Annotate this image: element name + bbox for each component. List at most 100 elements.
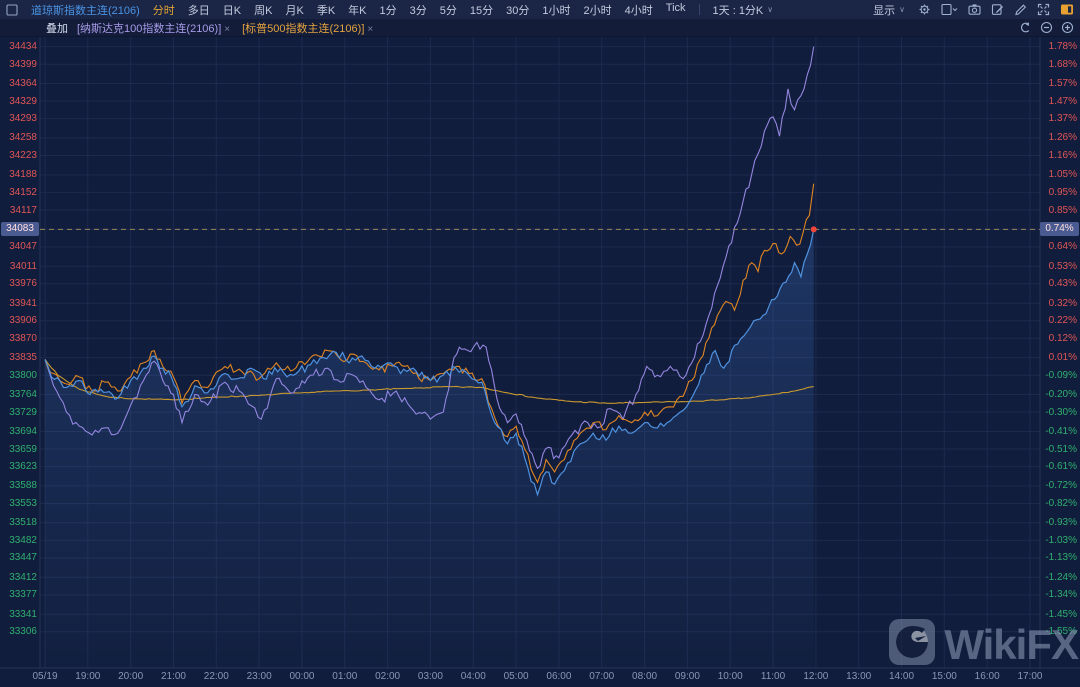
symbol-title[interactable]: 道琼斯指数主连(2106)	[31, 2, 140, 18]
fullscreen-icon[interactable]	[1037, 3, 1050, 16]
pct-axis-tick: -0.61%	[1041, 460, 1077, 473]
period-tab-4小时[interactable]: 4小时	[625, 2, 653, 18]
period-tab-周K[interactable]: 周K	[254, 2, 272, 18]
time-axis-tick: 05:00	[494, 671, 538, 682]
period-tab-多日[interactable]: 多日	[188, 2, 210, 18]
undo-icon[interactable]	[1019, 21, 1032, 34]
pct-axis-tick: 0.43%	[1041, 277, 1077, 290]
pencil-icon[interactable]	[1014, 3, 1027, 16]
price-axis-tick: 34329	[0, 95, 37, 108]
pct-axis-tick: 1.26%	[1041, 131, 1077, 144]
time-axis-tick: 03:00	[408, 671, 452, 682]
period-tab-30分[interactable]: 30分	[506, 2, 529, 18]
price-axis-tick: 33694	[0, 425, 37, 438]
period-tab-3分[interactable]: 3分	[410, 2, 427, 18]
price-axis-tick: 34117	[0, 204, 37, 217]
overlay-tab-bar: 叠加 [纳斯达克100指数主连(2106)]×[标普500指数主连(2106)]…	[0, 19, 1080, 37]
price-axis-tick: 34399	[0, 58, 37, 71]
price-axis-tick: 33800	[0, 369, 37, 382]
panel-orange-icon[interactable]	[1060, 3, 1074, 16]
pct-axis-tick: -0.72%	[1041, 479, 1077, 492]
time-axis-tick: 05/19	[23, 671, 67, 682]
period-tab-月K[interactable]: 月K	[285, 2, 303, 18]
pct-axis-tick: -0.09%	[1041, 369, 1077, 382]
overlay-chip-label: [标普500指数主连(2106)]	[242, 23, 364, 35]
zoom-out-icon[interactable]	[1040, 21, 1053, 34]
price-axis-tick: 34434	[0, 40, 37, 53]
time-axis-tick: 23:00	[237, 671, 281, 682]
time-axis-tick: 14:00	[880, 671, 924, 682]
close-icon[interactable]: ×	[224, 24, 230, 35]
price-axis-tick: 33623	[0, 460, 37, 473]
layout-select-icon[interactable]	[941, 3, 958, 16]
price-axis-tick: 33518	[0, 516, 37, 529]
pct-axis-tick: -1.24%	[1041, 571, 1077, 584]
price-axis-tick: 33306	[0, 625, 37, 638]
timeshare-chart[interactable]	[0, 0, 1080, 687]
zoom-in-icon[interactable]	[1061, 21, 1074, 34]
price-axis-tick: 33553	[0, 497, 37, 510]
pct-axis-tick: -0.51%	[1041, 443, 1077, 456]
period-tab-年K[interactable]: 年K	[348, 2, 366, 18]
period-tab-日K[interactable]: 日K	[223, 2, 241, 18]
watchlist-panel-icon[interactable]	[6, 4, 18, 16]
pct-axis-tick: -1.34%	[1041, 588, 1077, 601]
time-axis-tick: 20:00	[109, 671, 153, 682]
pct-axis-tick: 1.05%	[1041, 168, 1077, 181]
time-axis-tick: 22:00	[194, 671, 238, 682]
price-axis-tick: 34188	[0, 168, 37, 181]
price-axis-tick: 33482	[0, 534, 37, 547]
time-axis-tick: 01:00	[323, 671, 367, 682]
pct-axis-tick: 1.16%	[1041, 149, 1077, 162]
price-axis-tick: 34293	[0, 112, 37, 125]
time-axis-tick: 07:00	[580, 671, 624, 682]
pct-axis-tick: 0.95%	[1041, 186, 1077, 199]
pct-axis-tick: 1.78%	[1041, 40, 1077, 53]
interval-combo-label: 1天 : 1分K	[713, 2, 764, 18]
settings-gear-icon[interactable]	[918, 3, 931, 16]
close-icon[interactable]: ×	[367, 24, 373, 35]
pct-axis-tick: 0.01%	[1041, 351, 1077, 364]
overlay-chips: [纳斯达克100指数主连(2106)]×[标普500指数主连(2106)]×	[77, 20, 373, 36]
price-axis-tick: 33377	[0, 588, 37, 601]
pct-axis-tick: -1.45%	[1041, 608, 1077, 621]
pct-axis-tick: -0.82%	[1041, 497, 1077, 510]
period-tab-2小时[interactable]: 2小时	[584, 2, 612, 18]
pct-axis-tick: -1.03%	[1041, 534, 1077, 547]
period-tab-Tick[interactable]: Tick	[666, 2, 686, 18]
price-axis-tick: 33729	[0, 406, 37, 419]
overlay-chip-0[interactable]: [纳斯达克100指数主连(2106)]×	[77, 20, 230, 36]
period-tab-1分[interactable]: 1分	[380, 2, 397, 18]
time-axis-tick: 11:00	[751, 671, 795, 682]
time-axis-tick: 17:00	[1008, 671, 1052, 682]
note-edit-icon[interactable]	[991, 3, 1004, 16]
display-menu-label: 显示	[873, 2, 895, 18]
time-axis-tick: 16:00	[965, 671, 1009, 682]
price-axis-tick: 33341	[0, 608, 37, 621]
period-tab-季K[interactable]: 季K	[317, 2, 335, 18]
period-tab-15分[interactable]: 15分	[470, 2, 493, 18]
camera-icon[interactable]	[968, 3, 981, 16]
display-menu[interactable]: 显示 ∨	[873, 2, 905, 18]
period-tab-1小时[interactable]: 1小时	[542, 2, 570, 18]
toolbar-icons	[918, 3, 1074, 16]
last-price-dot	[811, 226, 817, 232]
pct-axis-tick: 0.85%	[1041, 204, 1077, 217]
period-tab-5分[interactable]: 5分	[440, 2, 457, 18]
pct-axis-tick: -0.93%	[1041, 516, 1077, 529]
overlay-chip-1[interactable]: [标普500指数主连(2106)]×	[242, 20, 373, 36]
price-axis-tick: 34152	[0, 186, 37, 199]
time-axis-tick: 10:00	[708, 671, 752, 682]
time-axis-tick: 19:00	[66, 671, 110, 682]
price-axis-tick: 33835	[0, 351, 37, 364]
time-axis-tick: 06:00	[537, 671, 581, 682]
pct-axis-tick: 0.12%	[1041, 332, 1077, 345]
interval-combo[interactable]: 1天 : 1分K ∨	[713, 2, 774, 18]
price-axis-tick: 34223	[0, 149, 37, 162]
chevron-down-icon: ∨	[899, 6, 905, 14]
pct-axis-tick: 1.57%	[1041, 77, 1077, 90]
period-tab-timeshare-selected[interactable]: 分时	[153, 2, 175, 18]
pct-axis-tick: 0.32%	[1041, 297, 1077, 310]
pct-axis-tick: 0.22%	[1041, 314, 1077, 327]
toolbar-divider	[699, 4, 700, 15]
